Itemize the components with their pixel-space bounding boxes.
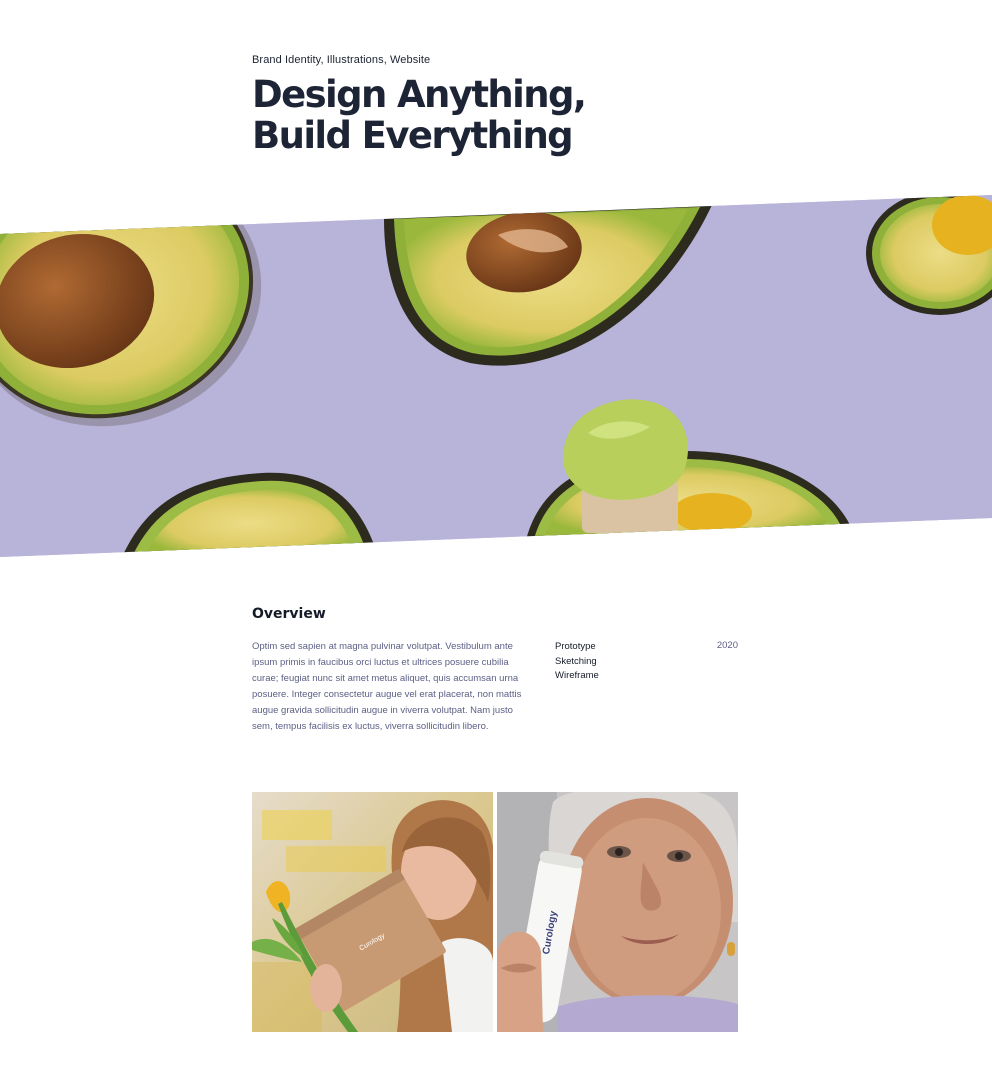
overview-heading: Overview (252, 606, 326, 622)
page-title: Design Anything, Build Everything (252, 74, 752, 156)
service-item: Prototype (555, 641, 596, 652)
gallery-photo-woman-with-box: Curology (252, 792, 493, 1032)
woman-with-box-illustration: Curology (252, 792, 493, 1032)
title-line-1: Design Anything, (252, 73, 587, 116)
service-item: Sketching (555, 655, 597, 667)
project-year: 2020 (716, 640, 738, 651)
title-line-2: Build Everything (252, 114, 574, 157)
elderly-woman-illustration: Curology (497, 792, 738, 1032)
overview-description: Optim sed sapien at magna pulvinar volut… (252, 641, 522, 732)
avocado-banner-image (0, 195, 992, 557)
gallery-photo-elderly-woman-with-bottle: Curology (497, 792, 738, 1032)
project-categories: Brand Identity, Illustrations, Website (252, 54, 431, 66)
services-list: Prototype Sketching Wireframe (555, 640, 599, 684)
project-header: Brand Identity, Illustrations, Website D… (252, 54, 752, 156)
service-item: Wireframe (555, 670, 599, 682)
avocado-illustration (0, 195, 992, 557)
